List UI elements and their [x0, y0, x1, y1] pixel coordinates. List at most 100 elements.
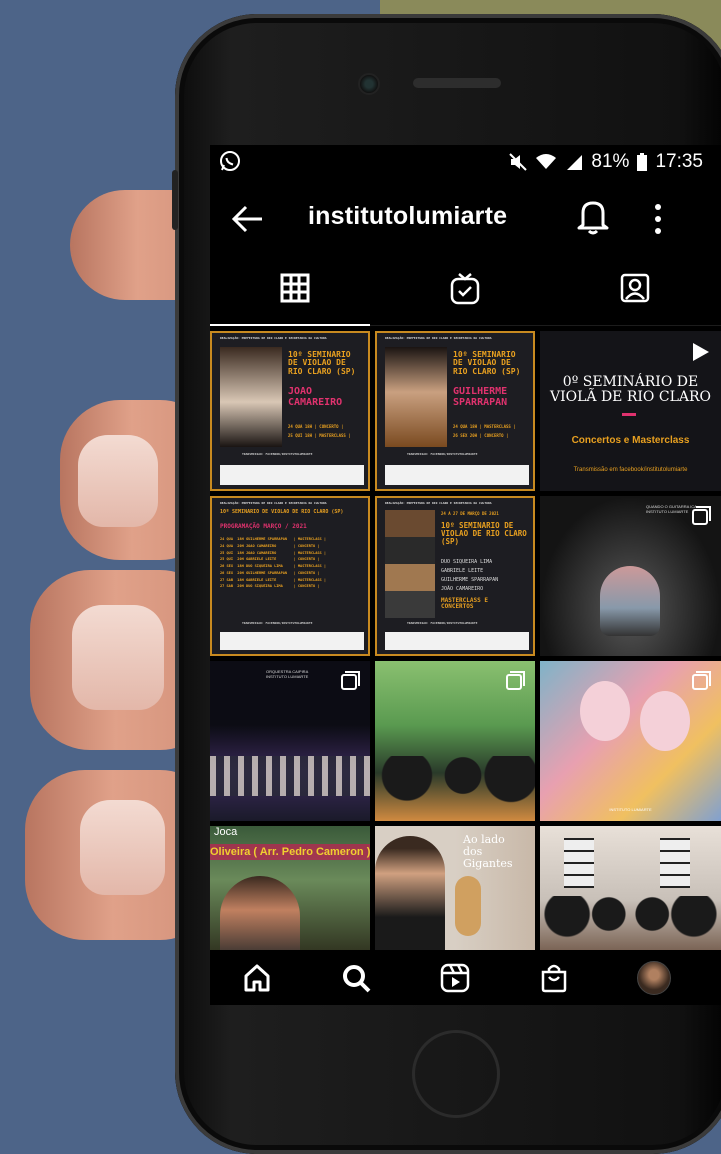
- post-caption: Joca: [214, 826, 238, 838]
- post-overlay-text: INSTITUTO LUMIARTE: [609, 807, 652, 812]
- front-camera: [358, 73, 380, 95]
- schedule-item: 26 SEX 20H GUILHERME SPARRAPAN | CONCERT…: [220, 570, 320, 575]
- nav-profile[interactable]: [634, 958, 674, 998]
- post-footer: TRANSMISSAO: FACEBOOK/INSTITUTOLUMIARTE: [407, 621, 478, 625]
- fingernail: [72, 605, 164, 710]
- sponsor-logos: [220, 632, 364, 650]
- sponsor-logos: [220, 465, 364, 485]
- carousel-icon: [506, 671, 525, 690]
- post-line: 26 SEX 20H | CONCERTO |: [453, 433, 509, 438]
- back-arrow-icon[interactable]: [228, 199, 268, 239]
- post-tile[interactable]: [375, 661, 535, 821]
- bell-icon[interactable]: [576, 197, 610, 237]
- posts-grid: REALIZAÇÃO: PREFEITURA DE RIO CLARO E SE…: [210, 331, 721, 961]
- post-subtitle: Concertos e Masterclass: [571, 435, 690, 446]
- signal-icon: [567, 155, 583, 170]
- post-line: 24 QUA 18H | MASTERCLASS |: [453, 424, 516, 429]
- post-tile[interactable]: REALIZAÇÃO: PREFEITURA DE RIO CLARO E SE…: [210, 331, 370, 491]
- nav-shop[interactable]: [534, 958, 574, 998]
- schedule-item: 27 SAB 20H DUO SIQUEIRA LIMA | CONCERTO …: [220, 584, 320, 589]
- post-title: 0º SEMINÁRIO DE VIOLÃ DE RIO CLARO: [549, 374, 711, 406]
- tab-igtv[interactable]: [380, 273, 550, 323]
- post-tile[interactable]: Ao lado dos Gigantes: [375, 826, 535, 961]
- artist-name: DUO SIQUEIRA LIMA: [441, 559, 493, 565]
- reels-icon: [440, 963, 470, 993]
- schedule-item: 27 SAB 18H GABRIELE LEITE | MASTERCLASS …: [220, 577, 327, 582]
- dancer-figure: [600, 566, 660, 636]
- tab-tagged[interactable]: [550, 273, 720, 323]
- fingernail: [78, 435, 158, 527]
- wifi-icon: [536, 154, 557, 169]
- post-title: 10º SEMINARIO DE VIOLAO DE RIO CLARO (SP…: [453, 350, 521, 376]
- post-title: 10º SEMINARIO DE VIOLAO DE RIO CLARO (SP…: [441, 521, 527, 546]
- post-tile[interactable]: INSTITUTO LUMIARTE: [540, 661, 721, 821]
- shopping-bag-icon: [541, 964, 567, 993]
- post-tile[interactable]: Joca Oliveira ( Arr. Pedro Cameron ): [210, 826, 370, 961]
- post-footer: Transmissão em facebook/institutolumiart…: [573, 467, 688, 473]
- home-button[interactable]: [412, 1030, 500, 1118]
- status-bar: 81% 17:35: [210, 145, 721, 179]
- audience-silhouettes: [375, 756, 535, 821]
- post-footer: TRANSMISSAO: FACEBOOK/INSTITUTOLUMIARTE: [407, 452, 478, 456]
- carousel-icon: [692, 671, 711, 690]
- bottom-navigation: [210, 950, 721, 1005]
- phone-side-button: [172, 170, 178, 230]
- schedule-item: 25 QUI 20H GABRIELE LEITE | CONCERTO |: [220, 557, 320, 562]
- more-options-icon[interactable]: [648, 201, 668, 237]
- post-line: 24 QUA 18H | CONCERTO |: [288, 424, 344, 429]
- post-footer: TRANSMISSAO: FACEBOOK/INSTITUTOLUMIARTE: [242, 621, 313, 625]
- post-header: REALIZAÇÃO: PREFEITURA DE RIO CLARO E SE…: [220, 501, 327, 505]
- post-artist: GUILHERME SPARRAPAN: [453, 386, 508, 408]
- search-icon: [343, 965, 371, 993]
- igtv-icon: [450, 273, 480, 305]
- guitar-quartet: [540, 896, 721, 941]
- profile-tabs: [210, 263, 721, 326]
- phone-screen: 81% 17:35 institutolumiarte REALIZAÇÃO: …: [210, 145, 721, 1005]
- sponsor-logos: [385, 632, 529, 650]
- puppet-figure: [580, 681, 630, 741]
- nav-home[interactable]: [237, 958, 277, 998]
- fingernail: [80, 800, 165, 895]
- active-tab-indicator: [210, 324, 370, 326]
- artist-name: GABRIELE LEITE: [441, 568, 484, 574]
- earpiece-speaker: [413, 78, 501, 88]
- avatar: [637, 961, 671, 995]
- post-header: REALIZAÇÃO: PREFEITURA DE RIO CLARO E SE…: [220, 336, 327, 340]
- post-dates: 24 A 27 DE MARÇO DE 2021: [441, 511, 499, 516]
- clock: 17:35: [655, 151, 703, 172]
- nav-search[interactable]: [336, 958, 376, 998]
- whatsapp-icon: [220, 151, 240, 171]
- profile-username: institutolumiarte: [308, 202, 508, 230]
- accent-dash: [622, 413, 636, 416]
- mute-icon: [509, 153, 528, 171]
- post-tile[interactable]: REALIZAÇÃO: PREFEITURA DE RIO CLARO E SE…: [375, 331, 535, 491]
- schedule-item: 24 QUA 20H JOAO CAMAREIRO | CONCERTO |: [220, 543, 320, 548]
- guitarist-figure: [220, 876, 300, 961]
- musician-photo: [385, 347, 447, 447]
- nav-reels[interactable]: [435, 958, 475, 998]
- artist-name: JOÃO CAMAREIRO: [441, 586, 484, 592]
- post-subtitle: PROGRAMAÇÃO MARÇO / 2021: [220, 523, 307, 530]
- post-overlay-text: ORQUESTRA CAIPIRA INSTITUTO LUMIARTE: [266, 669, 309, 679]
- post-artist: JOAO CAMAREIRO: [288, 386, 343, 408]
- post-tile[interactable]: ORQUESTRA CAIPIRA INSTITUTO LUMIARTE: [210, 661, 370, 821]
- post-tile[interactable]: REALIZAÇÃO: PREFEITURA DE RIO CLARO E SE…: [210, 496, 370, 656]
- post-tile[interactable]: REALIZAÇÃO: PREFEITURA DE RIO CLARO E SE…: [375, 496, 535, 656]
- window: [660, 838, 690, 888]
- schedule-item: 26 SEX 18H DUO SIQUEIRA LIMA | MASTERCLA…: [220, 564, 327, 569]
- post-line: 25 QUI 18H | MASTERCLASS |: [288, 433, 351, 438]
- video-play-icon: [693, 343, 709, 361]
- tab-posts-grid[interactable]: [210, 273, 380, 323]
- battery-icon: [637, 153, 648, 171]
- post-tile[interactable]: QUANDO O GUITARRA ICA INSTITUTO LUMIARTE: [540, 496, 721, 656]
- schedule-item: 25 QUI 18H JOAO CAMAREIRO | MASTERCLASS …: [220, 550, 327, 555]
- window: [564, 838, 594, 888]
- presenter-figure: [375, 836, 445, 961]
- orchestra-stage: [210, 756, 370, 796]
- post-caption: Ao lado dos Gigantes: [463, 833, 513, 871]
- post-tile[interactable]: [540, 826, 721, 961]
- schedule-item: 24 QUA 18H GUILHERME SPARRAPAN | MASTERC…: [220, 537, 327, 541]
- post-tile[interactable]: 0º SEMINÁRIO DE VIOLÃ DE RIO CLARO Conce…: [540, 331, 721, 491]
- schedule-list: 24 QUA 18H GUILHERME SPARRAPAN | MASTERC…: [220, 537, 366, 592]
- musician-photo: [220, 347, 282, 447]
